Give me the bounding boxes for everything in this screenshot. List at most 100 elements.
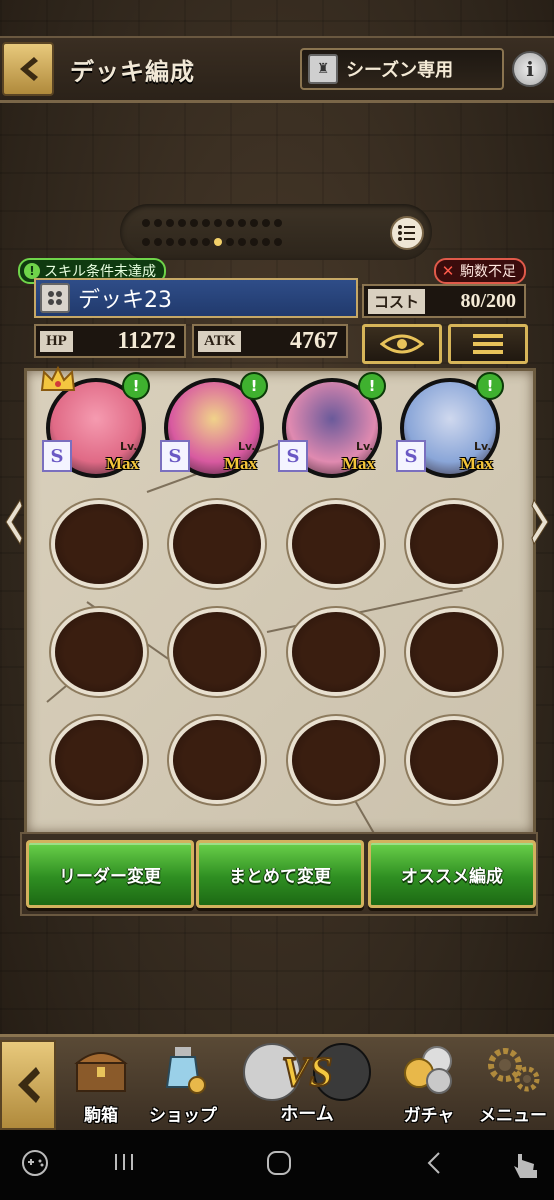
- level-value: Max: [342, 454, 376, 473]
- gear-icon: [478, 1036, 548, 1101]
- page-dot[interactable]: [154, 238, 162, 246]
- empty-slot[interactable]: [410, 720, 498, 800]
- page-dot[interactable]: [178, 238, 186, 246]
- page-dot[interactable]: [190, 238, 198, 246]
- page-dot[interactable]: [142, 238, 150, 246]
- page-dot[interactable]: [214, 238, 222, 246]
- page-dot[interactable]: [202, 238, 210, 246]
- chevron-right-icon: [531, 498, 549, 546]
- empty-slot[interactable]: [173, 720, 261, 800]
- menu-lines-button[interactable]: [448, 324, 528, 364]
- gamepad-icon[interactable]: [20, 1148, 50, 1185]
- character-slot-1[interactable]: ! S Lv. Max: [34, 366, 150, 478]
- deck-name-bar[interactable]: デッキ23: [34, 278, 358, 318]
- page-dot[interactable]: [262, 219, 270, 227]
- touch-lock-icon[interactable]: [510, 1150, 538, 1187]
- prev-page-button[interactable]: [0, 494, 26, 550]
- page-dot[interactable]: [274, 219, 282, 227]
- rank-badge: S: [278, 440, 308, 472]
- potion-icon: [148, 1036, 218, 1101]
- page-title: デッキ編成: [70, 58, 195, 86]
- unit-warning-text: 駒数不足: [460, 264, 516, 280]
- recent-apps-icon[interactable]: [112, 1150, 136, 1181]
- season-icon: ♜: [308, 54, 338, 84]
- page-dot[interactable]: [166, 238, 174, 246]
- level-label: Lv.: [238, 440, 256, 453]
- bulk-change-button[interactable]: まとめて変更: [196, 840, 364, 908]
- nav-box[interactable]: 駒箱: [58, 1036, 144, 1130]
- next-page-button[interactable]: [528, 494, 554, 550]
- treasure-chest-icon: [66, 1036, 136, 1101]
- nav-shop[interactable]: ショップ: [140, 1036, 226, 1130]
- page-dot-row: [140, 235, 380, 254]
- page-dot[interactable]: [166, 219, 174, 227]
- empty-slot[interactable]: [173, 612, 261, 692]
- page-dot[interactable]: [190, 219, 198, 227]
- versus-icon: VS: [243, 1043, 371, 1101]
- nav-menu-label: メニュー: [479, 1106, 547, 1126]
- empty-slot[interactable]: [292, 504, 380, 584]
- empty-slot[interactable]: [55, 720, 143, 800]
- rank-badge: S: [160, 440, 190, 472]
- nav-gacha-label: ガチャ: [403, 1106, 455, 1126]
- page-dot[interactable]: [250, 219, 258, 227]
- hp-stat: HP 11272: [34, 324, 186, 358]
- nav-gacha[interactable]: ガチャ: [386, 1036, 472, 1130]
- season-label: シーズン専用: [346, 60, 454, 81]
- cost-label: コスト: [368, 288, 426, 314]
- page-dot[interactable]: [154, 219, 162, 227]
- atk-value: 4767: [290, 327, 338, 354]
- page-dot[interactable]: [238, 219, 246, 227]
- hp-label: HP: [40, 330, 73, 352]
- page-dot[interactable]: [274, 238, 282, 246]
- empty-slot[interactable]: [292, 612, 380, 692]
- page-dot[interactable]: [178, 219, 186, 227]
- page-dot[interactable]: [250, 238, 258, 246]
- character-slot-4[interactable]: ! S Lv. Max: [388, 370, 504, 478]
- exclamation-icon: !: [240, 372, 268, 400]
- unit-shortage-badge: ✕ 駒数不足: [434, 258, 526, 284]
- season-only-toggle[interactable]: ♜ シーズン専用: [300, 48, 504, 90]
- deck-list-button[interactable]: [390, 216, 424, 250]
- level-value: Max: [106, 454, 140, 473]
- atk-label: ATK: [198, 330, 242, 352]
- empty-slot[interactable]: [55, 504, 143, 584]
- character-slot-2[interactable]: ! S Lv. Max: [152, 370, 268, 478]
- level-label: Lv.: [474, 440, 492, 453]
- recommended-button[interactable]: オススメ編成: [368, 840, 536, 908]
- nav-home-label: ホーム: [280, 1104, 334, 1125]
- cost-box: コスト 80/200: [362, 284, 526, 318]
- exclamation-icon: !: [476, 372, 504, 400]
- page-dot[interactable]: [226, 238, 234, 246]
- nav-home[interactable]: VS ホーム: [232, 1034, 382, 1130]
- back-button[interactable]: [2, 42, 54, 96]
- nav-back-button[interactable]: [0, 1040, 56, 1130]
- info-button[interactable]: i: [512, 51, 548, 87]
- view-button[interactable]: [362, 324, 442, 364]
- empty-slot[interactable]: [410, 504, 498, 584]
- home-system-icon[interactable]: [266, 1150, 292, 1183]
- page-dot[interactable]: [226, 219, 234, 227]
- empty-slot[interactable]: [55, 612, 143, 692]
- level-value: Max: [460, 454, 494, 473]
- character-slot-3[interactable]: ! S Lv. Max: [270, 370, 386, 478]
- leader-change-button[interactable]: リーダー変更: [26, 840, 194, 908]
- empty-slot[interactable]: [173, 504, 261, 584]
- deck-name: デッキ23: [78, 288, 172, 313]
- nav-menu[interactable]: メニュー: [470, 1036, 554, 1130]
- rank-badge: S: [42, 440, 72, 472]
- page-dot[interactable]: [238, 238, 246, 246]
- back-system-icon[interactable]: [424, 1150, 444, 1183]
- empty-slot[interactable]: [292, 720, 380, 800]
- empty-slot[interactable]: [410, 612, 498, 692]
- rank-badge: S: [396, 440, 426, 472]
- page-dot[interactable]: [214, 219, 222, 227]
- character-row: ! S Lv. Max ! S Lv. Max ! S Lv. Max ! S …: [34, 366, 524, 480]
- page-dot[interactable]: [142, 219, 150, 227]
- page-dot[interactable]: [262, 238, 270, 246]
- deck-pager[interactable]: [120, 204, 432, 260]
- page-dot-row: [140, 216, 380, 235]
- level-label: Lv.: [120, 440, 138, 453]
- chevron-left-icon: [5, 498, 23, 546]
- page-dot[interactable]: [202, 219, 210, 227]
